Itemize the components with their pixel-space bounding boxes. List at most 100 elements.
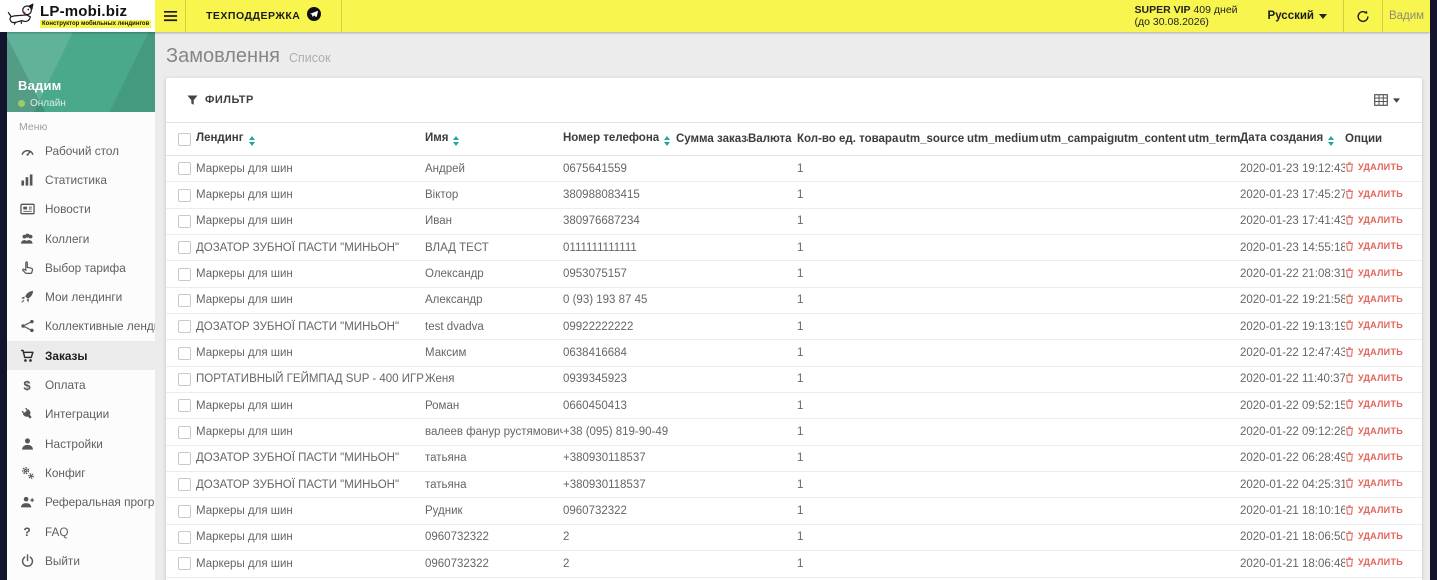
select-all-checkbox[interactable]: [178, 132, 191, 146]
delete-button[interactable]: УДАЛИТЬ: [1345, 241, 1403, 251]
delete-button[interactable]: УДАЛИТЬ: [1345, 189, 1403, 199]
row-checkbox[interactable]: [178, 188, 191, 202]
cell-currency: [748, 235, 797, 261]
sidebar-item[interactable]: Выбор тарифа: [7, 253, 155, 282]
cell-options: УДАЛИТЬ: [1345, 393, 1422, 419]
delete-button[interactable]: УДАЛИТЬ: [1345, 505, 1403, 515]
sidebar-item[interactable]: Мои лендинги: [7, 282, 155, 311]
sidebar-item[interactable]: Настройки: [7, 429, 155, 458]
columns-toggle-button[interactable]: [1374, 94, 1400, 106]
statistics-icon: [19, 173, 35, 187]
sidebar-item[interactable]: Выйти: [7, 546, 155, 575]
cell-utm-content: [1117, 208, 1188, 234]
column-header-label: utm_content: [1117, 133, 1186, 145]
sidebar-item[interactable]: Заказы: [7, 341, 155, 371]
row-checkbox[interactable]: [178, 214, 191, 228]
row-checkbox[interactable]: [178, 478, 191, 492]
delete-button[interactable]: УДАЛИТЬ: [1345, 399, 1403, 409]
cell-options: УДАЛИТЬ: [1345, 445, 1422, 471]
cell-order-sum: [676, 551, 748, 577]
topbar-username[interactable]: Вадим: [1383, 0, 1430, 32]
table-row: Маркеры для шин Олександр 0953075157 1 2020-…: [166, 261, 1422, 288]
sort-icon[interactable]: [248, 136, 255, 146]
cell-utm-campaign: [1040, 287, 1117, 313]
delete-button[interactable]: УДАЛИТЬ: [1345, 347, 1403, 357]
row-checkbox[interactable]: [178, 267, 191, 281]
sort-icon[interactable]: [453, 136, 460, 146]
delete-button[interactable]: УДАЛИТЬ: [1345, 452, 1403, 462]
row-checkbox[interactable]: [178, 425, 191, 439]
delete-button[interactable]: УДАЛИТЬ: [1345, 426, 1403, 436]
hamburger-icon: [163, 10, 177, 22]
delete-button[interactable]: УДАЛИТЬ: [1345, 478, 1403, 488]
row-checkbox[interactable]: [178, 241, 191, 255]
sidebar-item[interactable]: Статистика: [7, 165, 155, 194]
sidebar-item[interactable]: Коллеги: [7, 224, 155, 253]
row-checkbox[interactable]: [178, 293, 191, 307]
cell-utm-source: [899, 498, 967, 524]
brand-name: LP-mobi.biz: [40, 2, 128, 20]
delete-label: УДАЛИТЬ: [1358, 399, 1404, 410]
cell-created: 2020-01-21 18:10:16: [1240, 505, 1345, 518]
cell-options: УДАЛИТЬ: [1345, 419, 1422, 445]
language-selector[interactable]: Русский: [1252, 0, 1343, 32]
filter-button[interactable]: ФИЛЬТР: [187, 94, 254, 106]
delete-button[interactable]: УДАЛИТЬ: [1345, 215, 1403, 225]
sidebar-item[interactable]: Реферальная программа: [7, 488, 155, 517]
sidebar-item[interactable]: Новости: [7, 195, 155, 224]
delete-button[interactable]: УДАЛИТЬ: [1345, 294, 1403, 304]
refresh-button[interactable]: [1344, 0, 1382, 32]
row-checkbox[interactable]: [178, 504, 191, 518]
header-cell-checkbox: [166, 123, 196, 156]
column-header[interactable]: Дата создания: [1240, 123, 1345, 156]
delete-button[interactable]: УДАЛИТЬ: [1345, 320, 1403, 330]
cell-options: УДАЛИТЬ: [1345, 314, 1422, 340]
sidebar-item[interactable]: Коллективные лендинги: [7, 312, 155, 341]
column-header[interactable]: Лендинг: [196, 123, 425, 156]
sidebar-item-label: Конфиг: [45, 465, 86, 480]
config-icon: [19, 466, 35, 480]
delete-button[interactable]: УДАЛИТЬ: [1345, 373, 1403, 383]
sidebar-item[interactable]: Конфиг: [7, 458, 155, 487]
delete-button[interactable]: УДАЛИТЬ: [1345, 268, 1403, 278]
sidebar-item[interactable]: Рабочий стол: [7, 136, 155, 165]
sidebar-item[interactable]: ? FAQ: [7, 517, 155, 546]
column-header-label: utm_term: [1188, 133, 1240, 145]
right-scrollbar[interactable]: [1430, 0, 1437, 580]
sidebar-item[interactable]: Интеграции: [7, 400, 155, 429]
support-button[interactable]: ТЕХПОДДЕРЖКА: [186, 0, 341, 32]
row-checkbox[interactable]: [178, 320, 191, 334]
sidebar-item[interactable]: $ Оплата: [7, 370, 155, 399]
row-checkbox[interactable]: [178, 346, 191, 360]
column-header: utm_campaign: [1040, 123, 1117, 156]
column-header[interactable]: Имя: [425, 123, 563, 156]
cell-utm-content: [1117, 261, 1188, 287]
brand-logo[interactable]: LP-mobi.biz Конструктор мобильных лендин…: [0, 0, 155, 32]
sort-icon[interactable]: [664, 136, 671, 146]
hamburger-menu-button[interactable]: [155, 0, 185, 32]
sidebar-item-label: Оплата: [45, 378, 86, 393]
cell-landing: ДОЗАТОР ЗУБНОЇ ПАСТИ "МИНЬОН": [196, 320, 400, 333]
delete-button[interactable]: УДАЛИТЬ: [1345, 557, 1403, 567]
cell-name: Роман: [425, 399, 460, 412]
cell-utm-medium: [967, 366, 1040, 392]
row-checkbox[interactable]: [178, 451, 191, 465]
row-checkbox[interactable]: [178, 162, 191, 176]
sort-icon[interactable]: [1328, 136, 1335, 146]
delete-button[interactable]: УДАЛИТЬ: [1345, 531, 1403, 541]
left-scrollbar[interactable]: [0, 32, 7, 580]
cell-options: УДАЛИТЬ: [1345, 524, 1422, 550]
column-header: utm_term: [1188, 123, 1240, 156]
row-checkbox[interactable]: [178, 399, 191, 413]
menu-section-label: Меню: [19, 121, 48, 133]
row-checkbox[interactable]: [178, 372, 191, 386]
delete-button[interactable]: УДАЛИТЬ: [1345, 162, 1403, 172]
cell-utm-term: [1188, 498, 1240, 524]
row-checkbox[interactable]: [178, 557, 191, 571]
column-header[interactable]: Номер телефона: [563, 123, 676, 156]
brand-tagline: Конструктор мобильных лендингов: [40, 19, 152, 29]
cell-utm-campaign: [1040, 524, 1117, 550]
row-checkbox[interactable]: [178, 530, 191, 544]
cell-order-sum: [676, 445, 748, 471]
cell-name: Максим: [425, 347, 467, 360]
